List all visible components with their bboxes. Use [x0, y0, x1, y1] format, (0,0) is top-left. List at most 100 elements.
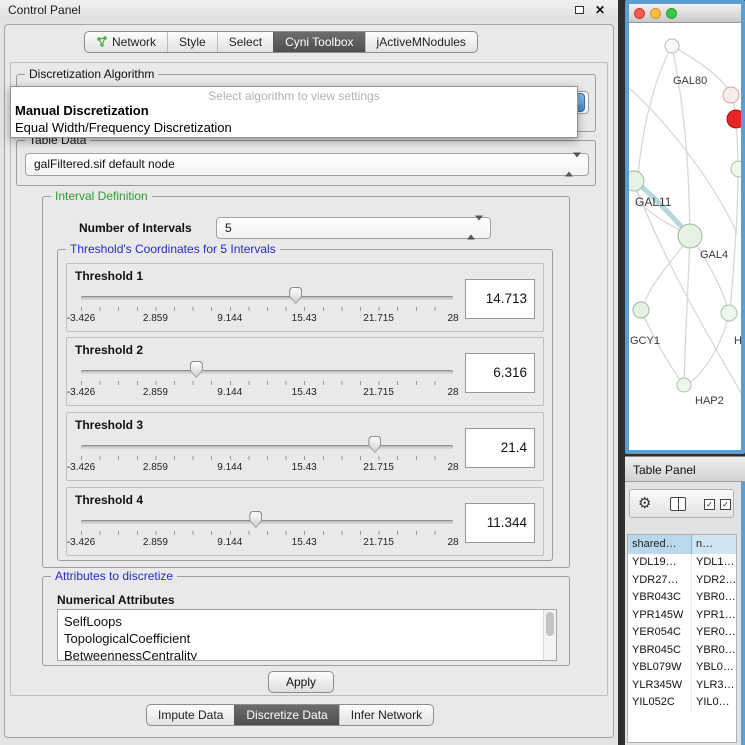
scale-label: 21.715	[363, 462, 394, 473]
slider-thumb[interactable]	[368, 436, 381, 453]
table-row[interactable]: YLR345WYLR3…	[628, 677, 736, 695]
minimize-traffic-light-icon[interactable]	[650, 8, 661, 19]
threshold-1-slider[interactable]: -3.4262.8599.14415.4321.71528	[81, 284, 453, 328]
network-canvas[interactable]: GAL80 GAL11 GAL4 GCY1 HAP2 H	[629, 23, 741, 450]
number-of-intervals-combobox[interactable]: 5	[216, 217, 491, 239]
node[interactable]	[629, 171, 644, 191]
table-cell: YDR2…	[692, 572, 736, 590]
node[interactable]	[633, 302, 649, 318]
plugin-tabbar: Network Style Select Cyni Toolbox jActiv…	[84, 31, 478, 53]
threshold-3-box: Threshold 3 -3.4262.8599.14415.4321.7152…	[66, 412, 544, 481]
table-cell: YBR0…	[692, 642, 736, 660]
columns-icon[interactable]	[670, 497, 686, 511]
slider-ticks	[81, 456, 453, 460]
list-item[interactable]: SelfLoops	[64, 613, 556, 630]
table-panel-titlebar[interactable]: Table Panel	[625, 456, 745, 482]
node[interactable]	[678, 224, 702, 248]
slider-thumb[interactable]	[289, 287, 302, 304]
list-scrollbar[interactable]	[543, 610, 556, 660]
close-icon[interactable]: ✕	[595, 3, 605, 17]
tab-cyni-toolbox[interactable]: Cyni Toolbox	[273, 32, 364, 52]
column-header-name[interactable]: n…	[692, 535, 736, 554]
tab-jactivemodules[interactable]: jActiveMNodules	[365, 32, 477, 52]
dropdown-option-equal-width-frequency[interactable]: Equal Width/Frequency Discretization	[11, 119, 577, 135]
gear-icon[interactable]: ⚙	[638, 494, 651, 512]
scale-label: 15.43	[292, 313, 317, 324]
scrollbar-thumb[interactable]	[546, 612, 554, 636]
table-panel-title: Table Panel	[633, 463, 696, 477]
threshold-3-slider[interactable]: -3.4262.8599.14415.4321.71528	[81, 433, 453, 477]
float-window-icon[interactable]	[575, 6, 584, 14]
threshold-2-slider[interactable]: -3.4262.8599.14415.4321.71528	[81, 358, 453, 402]
tab-select[interactable]: Select	[217, 32, 273, 52]
table-row[interactable]: YER054CYER0…	[628, 624, 736, 642]
combobox-arrows-icon	[467, 218, 483, 239]
tab-style[interactable]: Style	[167, 32, 217, 52]
slider-scale: -3.4262.8599.14415.4321.71528	[81, 462, 453, 474]
node[interactable]	[723, 87, 739, 103]
threshold-label: Threshold 4	[75, 493, 143, 507]
close-traffic-light-icon[interactable]	[634, 8, 645, 19]
apply-button[interactable]: Apply	[268, 671, 334, 693]
combobox-value: galFiltered.sif default node	[34, 157, 175, 171]
threshold-3-value-field[interactable]: 21.4	[465, 428, 535, 468]
select-none-checkbox-icon[interactable]: ✓	[720, 499, 731, 510]
table-panel-window: ⚙ ✓ ✓ shared… n… YDL19…YDL1…YDR27…YDR2…Y…	[625, 482, 745, 745]
node[interactable]	[677, 378, 691, 392]
tab-impute-data[interactable]: Impute Data	[147, 705, 234, 725]
slider-thumb[interactable]	[249, 511, 262, 528]
numerical-attributes-list[interactable]: SelfLoopsTopologicalCoefficientBetweenne…	[57, 609, 557, 661]
table-row[interactable]: YPR145WYPR1…	[628, 607, 736, 625]
tab-label: Impute Data	[158, 704, 223, 726]
network-icon	[96, 36, 108, 48]
threshold-1-value-field[interactable]: 14.713	[465, 279, 535, 319]
table-row[interactable]: YBR045CYBR0…	[628, 642, 736, 660]
threshold-4-slider[interactable]: -3.4262.8599.14415.4321.71528	[81, 508, 453, 552]
node[interactable]	[731, 161, 741, 177]
table-row[interactable]: YBL079WYBL0…	[628, 659, 736, 677]
tab-infer-network[interactable]: Infer Network	[339, 705, 433, 725]
table-cell: YER0…	[692, 624, 736, 642]
scale-label: 2.859	[143, 462, 168, 473]
tab-network[interactable]: Network	[85, 32, 167, 52]
thresholds-group: Threshold's Coordinates for 5 Intervals …	[57, 249, 553, 561]
table-row[interactable]: YDR27…YDR2…	[628, 572, 736, 590]
table-cell: YIL052C	[628, 694, 692, 712]
table-row[interactable]: YDL19…YDL1…	[628, 554, 736, 572]
threshold-4-value-field[interactable]: 11.344	[465, 503, 535, 543]
table-row[interactable]: YIL052CYIL0…	[628, 694, 736, 712]
threshold-2-value-field[interactable]: 6.316	[465, 353, 535, 393]
tab-discretize-data[interactable]: Discretize Data	[234, 705, 338, 725]
slider-track[interactable]	[81, 370, 453, 374]
threshold-label: Threshold 1	[75, 269, 143, 283]
control-panel-titlebar: Control Panel ✕	[0, 0, 618, 20]
network-window-titlebar[interactable]	[629, 4, 741, 23]
scale-label: 9.144	[217, 537, 242, 548]
node[interactable]	[721, 305, 737, 321]
selected-node[interactable]	[727, 110, 741, 128]
table-data-group: Table Data galFiltered.sif default node	[16, 140, 596, 186]
zoom-traffic-light-icon[interactable]	[666, 8, 677, 19]
table-cell: YPR145W	[628, 607, 692, 625]
slider-thumb[interactable]	[190, 361, 203, 378]
table-header-row: shared… n…	[628, 535, 736, 554]
list-item[interactable]: BetweennessCentrality	[64, 647, 556, 661]
slider-track[interactable]	[81, 296, 453, 300]
algorithm-dropdown-popup: Select algorithm to view settings Manual…	[10, 86, 578, 138]
node[interactable]	[665, 39, 679, 53]
slider-ticks	[81, 531, 453, 535]
table-row[interactable]: YBR043CYBR0…	[628, 589, 736, 607]
dropdown-option-manual-discretization[interactable]: Manual Discretization	[11, 102, 577, 119]
table-data-combobox[interactable]: galFiltered.sif default node	[25, 153, 589, 176]
window-title: Control Panel	[8, 3, 81, 17]
scale-label: 21.715	[363, 313, 394, 324]
slider-track[interactable]	[81, 445, 453, 449]
table-cell: YPR1…	[692, 607, 736, 625]
list-item[interactable]: TopologicalCoefficient	[64, 630, 556, 647]
slider-track[interactable]	[81, 520, 453, 524]
table-cell: YBL0…	[692, 659, 736, 677]
select-all-checkbox-icon[interactable]: ✓	[704, 499, 715, 510]
slider-scale: -3.4262.8599.14415.4321.71528	[81, 537, 453, 549]
threshold-label: Threshold 2	[75, 343, 143, 357]
column-header-shared-name[interactable]: shared…	[628, 535, 692, 554]
